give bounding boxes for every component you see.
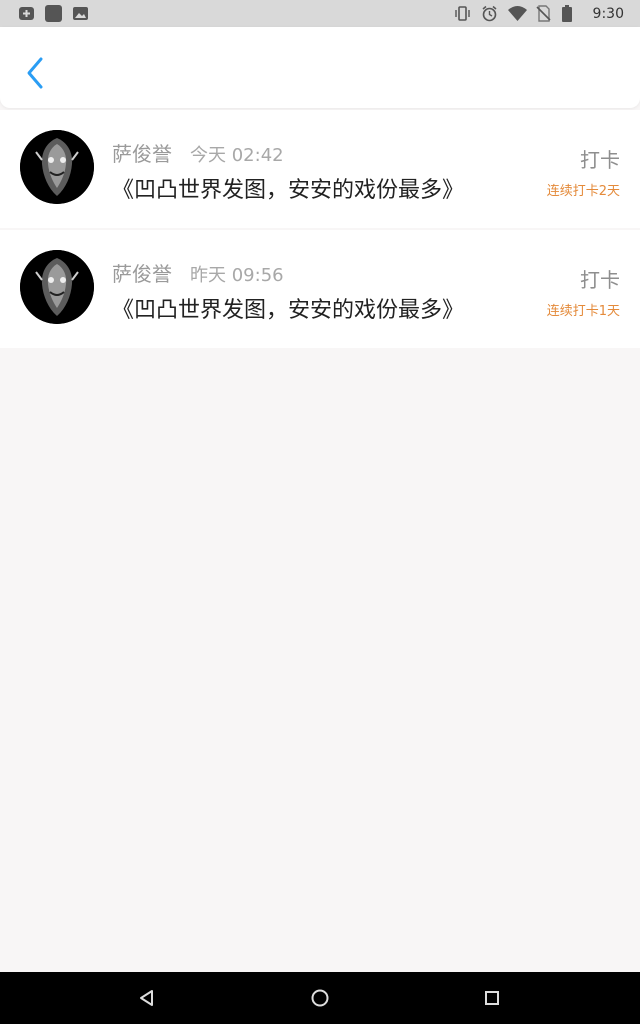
- avatar[interactable]: [20, 130, 94, 204]
- book-title[interactable]: 《凹凸世界发图，安安的戏份最多》: [112, 172, 464, 204]
- status-bar-right: 9:30: [454, 5, 624, 22]
- avatar[interactable]: [20, 250, 94, 324]
- nav-home-button[interactable]: [308, 986, 332, 1010]
- nav-recents-button[interactable]: [480, 986, 504, 1010]
- item-meta: 萨俊誉 昨天 09:56: [112, 258, 284, 287]
- streak-badge: 连续打卡2天: [546, 184, 620, 199]
- image-icon: [72, 5, 89, 22]
- checkin-label: 打卡: [580, 268, 620, 292]
- timestamp: 今天 02:42: [190, 145, 284, 166]
- chevron-left-icon: [27, 57, 43, 89]
- username[interactable]: 萨俊誉: [112, 138, 172, 167]
- back-triangle-icon: [140, 990, 153, 1006]
- checkin-label: 打卡: [580, 148, 620, 172]
- status-bar-left: [18, 5, 89, 22]
- system-nav-bar: [0, 972, 640, 1024]
- item-meta: 萨俊誉 今天 02:42: [112, 138, 284, 167]
- no-sim-icon: [535, 5, 552, 22]
- plus-box-icon: [18, 5, 35, 22]
- recents-square-icon: [485, 991, 499, 1005]
- wifi-icon: [507, 5, 527, 22]
- battery-icon: [561, 5, 579, 22]
- home-circle-icon: [311, 989, 329, 1007]
- status-time: 9:30: [592, 5, 624, 22]
- timestamp: 昨天 09:56: [190, 265, 284, 286]
- app-square-icon: [45, 5, 62, 22]
- book-title[interactable]: 《凹凸世界发图，安安的戏份最多》: [112, 292, 464, 324]
- top-app-bar: [0, 27, 640, 108]
- status-bar: 9:30: [0, 0, 640, 27]
- streak-badge: 连续打卡1天: [546, 304, 620, 319]
- list-item[interactable]: 萨俊誉 今天 02:42 《凹凸世界发图，安安的戏份最多》 打卡 连续打卡2天: [0, 110, 640, 228]
- nav-back-button[interactable]: [135, 986, 159, 1010]
- list-item[interactable]: 萨俊誉 昨天 09:56 《凹凸世界发图，安安的戏份最多》 打卡 连续打卡1天: [0, 230, 640, 348]
- username[interactable]: 萨俊誉: [112, 258, 172, 287]
- alarm-icon: [481, 5, 498, 22]
- back-button[interactable]: [18, 53, 52, 93]
- vibrate-icon: [454, 5, 471, 22]
- checkin-list: 萨俊誉 今天 02:42 《凹凸世界发图，安安的戏份最多》 打卡 连续打卡2天 …: [0, 110, 640, 348]
